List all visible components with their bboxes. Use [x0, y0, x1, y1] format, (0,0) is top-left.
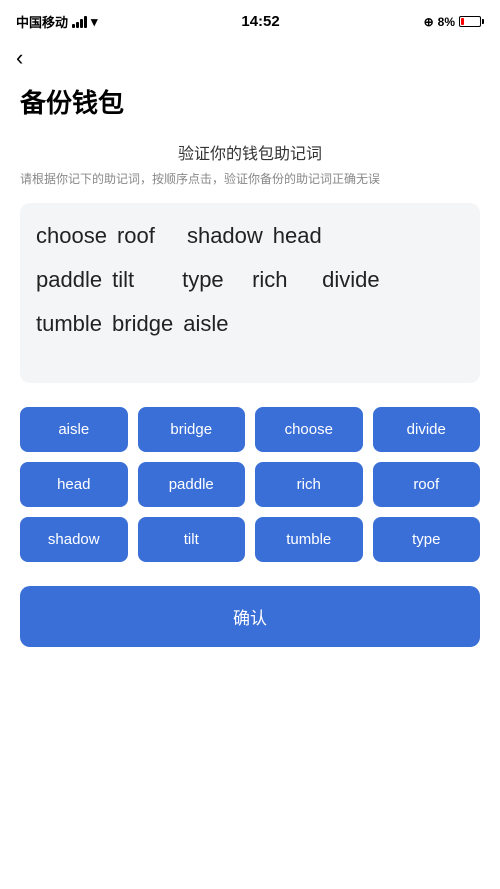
back-button[interactable]: ‹	[0, 37, 500, 75]
wifi-icon: ▾	[91, 14, 98, 30]
display-word-tumble: tumble	[36, 311, 102, 337]
subtitle-section: 验证你的钱包助记词 请根据你记下的助记词，按顺序点击，验证你备份的助记词正确无误	[20, 140, 480, 189]
word-display-row-1: choose roof shadow head	[36, 223, 464, 249]
page-title: 备份钱包	[0, 75, 500, 140]
display-word-divide: divide	[322, 267, 382, 293]
display-word-choose: choose	[36, 223, 107, 249]
word-button-shadow[interactable]: shadow	[20, 517, 128, 562]
display-word-type: type	[182, 267, 242, 293]
display-word-rich: rich	[252, 267, 312, 293]
word-button-rich[interactable]: rich	[255, 462, 363, 507]
display-word-tilt: tilt	[112, 267, 172, 293]
word-button-head[interactable]: head	[20, 462, 128, 507]
display-word-paddle: paddle	[36, 267, 102, 293]
subtitle-description: 请根据你记下的助记词，按顺序点击，验证你备份的助记词正确无误	[20, 170, 480, 189]
word-button-aisle[interactable]: aisle	[20, 407, 128, 452]
display-word-shadow: shadow	[187, 223, 263, 249]
word-button-choose[interactable]: choose	[255, 407, 363, 452]
battery-icon	[459, 16, 484, 27]
status-time: 14:52	[241, 13, 279, 30]
word-button-type[interactable]: type	[373, 517, 481, 562]
word-button-paddle[interactable]: paddle	[138, 462, 246, 507]
word-display-box: choose roof shadow head paddle tilt type…	[20, 203, 480, 383]
word-display-row-3: tumble bridge aisle	[36, 311, 464, 337]
word-button-bridge[interactable]: bridge	[138, 407, 246, 452]
signal-icon	[72, 15, 87, 28]
display-word-bridge: bridge	[112, 311, 173, 337]
word-button-tumble[interactable]: tumble	[255, 517, 363, 562]
word-button-divide[interactable]: divide	[373, 407, 481, 452]
main-content: 验证你的钱包助记词 请根据你记下的助记词，按顺序点击，验证你备份的助记词正确无误…	[0, 140, 500, 647]
status-right: ⊕ 8%	[424, 15, 484, 29]
subtitle-title: 验证你的钱包助记词	[20, 140, 480, 164]
word-grid: aisle bridge choose divide head paddle r…	[20, 407, 480, 562]
display-word-aisle: aisle	[183, 311, 243, 337]
confirm-button[interactable]: 确认	[20, 586, 480, 647]
word-display-row-2: paddle tilt type rich divide	[36, 267, 464, 293]
carrier-text: 中国移动	[16, 12, 68, 31]
word-button-tilt[interactable]: tilt	[138, 517, 246, 562]
status-left: 中国移动 ▾	[16, 12, 98, 31]
battery-percent-text: 8%	[438, 15, 455, 29]
battery-percent: ⊕	[424, 15, 434, 29]
status-bar: 中国移动 ▾ 14:52 ⊕ 8%	[0, 0, 500, 37]
display-word-roof: roof	[117, 223, 177, 249]
word-button-roof[interactable]: roof	[373, 462, 481, 507]
display-word-head: head	[273, 223, 333, 249]
